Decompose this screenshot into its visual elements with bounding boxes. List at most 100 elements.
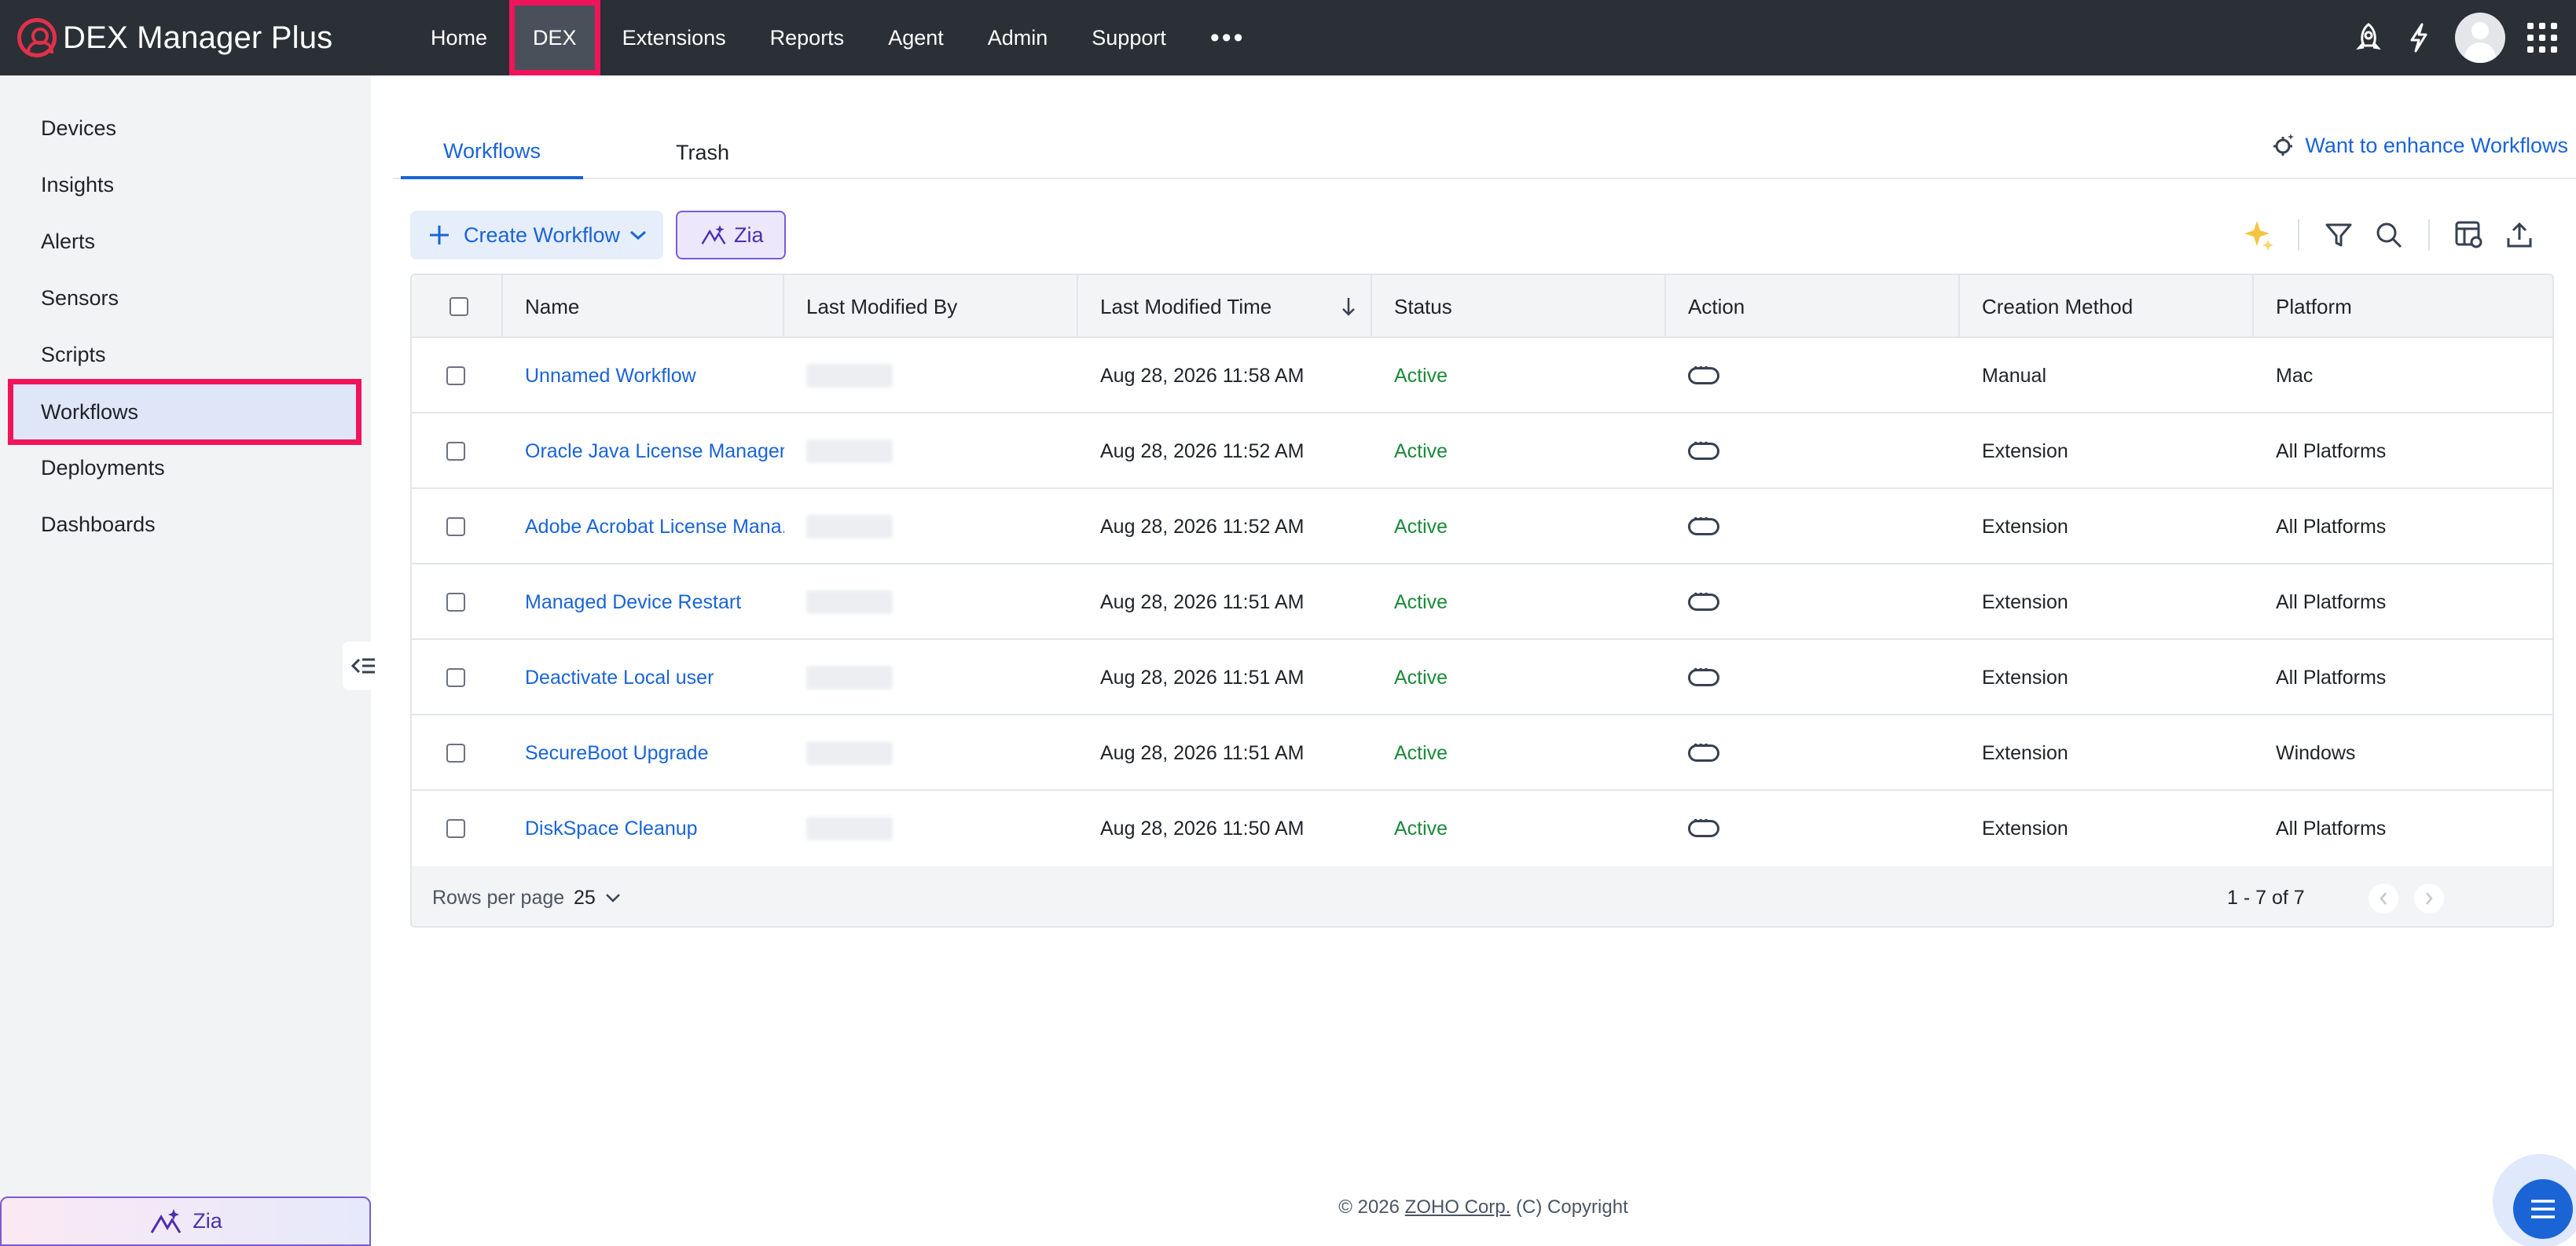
last-modified-by-cell [784, 564, 1078, 640]
rocket-icon[interactable] [2343, 0, 2394, 75]
column-header-last-modified-time[interactable]: Last Modified Time [1078, 275, 1372, 338]
nav-admin[interactable]: Admin [966, 0, 1070, 75]
more-actions-icon[interactable] [1688, 663, 1719, 686]
sidebar-item-insights[interactable]: Insights [0, 156, 371, 213]
row-checkbox[interactable] [446, 819, 465, 838]
column-header-action[interactable]: Action [1666, 275, 1960, 338]
creation-method-cell: Extension [1982, 590, 2068, 613]
export-icon[interactable] [2494, 211, 2545, 259]
more-actions-icon[interactable] [1688, 437, 1719, 460]
table-row[interactable]: Adobe Acrobat License Mana... Aug 28, 20… [412, 489, 2552, 564]
table-row[interactable]: Deactivate Local user Aug 28, 2026 11:51… [412, 640, 2552, 715]
tab-trash[interactable]: Trash [676, 126, 729, 179]
sidebar-item-workflows[interactable]: Workflows [8, 379, 361, 445]
nav-support[interactable]: Support [1070, 0, 1188, 75]
enhance-workflows-label: Want to enhance Workflows [2305, 133, 2568, 157]
action-cell [1666, 640, 1960, 715]
sidebar-item-devices[interactable]: Devices [0, 100, 371, 156]
chevron-right-icon [2426, 892, 2433, 905]
redacted-user [806, 364, 893, 388]
top-right-actions [2343, 0, 2576, 75]
select-all-checkbox[interactable] [450, 297, 468, 316]
platform-cell: Windows [2276, 741, 2356, 764]
chevron-left-icon [2380, 892, 2387, 905]
workflow-name-link[interactable]: Adobe Acrobat License Mana... [503, 489, 784, 564]
nav-extensions[interactable]: Extensions [600, 0, 748, 75]
column-header-last-modified-by[interactable]: Last Modified By [784, 275, 1078, 338]
nav-reports[interactable]: Reports [748, 0, 867, 75]
redacted-user [806, 515, 893, 538]
row-checkbox[interactable] [446, 744, 465, 763]
chevron-down-icon [630, 230, 647, 241]
filter-icon[interactable] [2314, 211, 2364, 259]
sidebar-item-dashboards[interactable]: Dashboards [0, 496, 371, 553]
collapse-sidebar-icon[interactable] [343, 641, 385, 690]
table-row[interactable]: Managed Device Restart Aug 28, 2026 11:5… [412, 564, 2552, 640]
platform-cell: Mac [2276, 364, 2314, 387]
lightning-icon[interactable] [2394, 0, 2444, 75]
more-actions-icon[interactable] [1688, 513, 1719, 535]
table-row[interactable]: DiskSpace Cleanup Aug 28, 2026 11:50 AM … [412, 791, 2552, 866]
zia-sidebar-button[interactable]: Zia [0, 1196, 371, 1246]
row-checkbox[interactable] [446, 517, 465, 536]
status-cell: Active [1394, 515, 1448, 538]
help-menu-button[interactable] [2513, 1179, 2573, 1239]
more-menu-icon[interactable]: ••• [1188, 0, 1268, 75]
tab-workflows[interactable]: Workflows [401, 126, 583, 179]
tab-bar: Workflows Trash [393, 126, 2576, 179]
zoho-corp-link[interactable]: ZOHO Corp. [1405, 1196, 1511, 1218]
redacted-user [806, 439, 893, 463]
table-row[interactable]: Unnamed Workflow Aug 28, 2026 11:58 AM A… [412, 338, 2552, 413]
copyright-text: (C) Copyright [1516, 1196, 1628, 1218]
nav-agent[interactable]: Agent [866, 0, 966, 75]
nav-home[interactable]: Home [409, 0, 509, 75]
column-settings-icon[interactable] [2444, 211, 2494, 259]
action-cell [1666, 338, 1960, 413]
brand[interactable]: DEX Manager Plus [0, 0, 409, 75]
enhance-workflows-link[interactable]: Want to enhance Workflows [2270, 132, 2568, 159]
more-actions-icon[interactable] [1688, 362, 1719, 384]
column-header-name[interactable]: Name [503, 275, 784, 338]
sidebar: Devices Insights Alerts Sensors Scripts … [0, 75, 385, 1246]
action-cell [1666, 564, 1960, 640]
column-header-status[interactable]: Status [1372, 275, 1666, 338]
sidebar-item-sensors[interactable]: Sensors [0, 270, 371, 326]
workflow-name-link[interactable]: Unnamed Workflow [503, 338, 784, 413]
sidebar-item-deployments[interactable]: Deployments [0, 439, 371, 496]
workflow-name-link[interactable]: SecureBoot Upgrade [503, 715, 784, 791]
workflow-name-link[interactable]: Managed Device Restart [503, 564, 784, 640]
apps-grid-icon[interactable] [2527, 23, 2557, 53]
create-workflow-button[interactable]: Create Workflow [410, 211, 663, 259]
page-footer: © 2026 ZOHO Corp. (C) Copyright [1179, 1196, 1788, 1218]
sidebar-item-alerts[interactable]: Alerts [0, 213, 371, 270]
sort-down-icon[interactable] [1341, 296, 1356, 317]
row-checkbox[interactable] [446, 366, 465, 385]
table-row[interactable]: SecureBoot Upgrade Aug 28, 2026 11:51 AM… [412, 715, 2552, 791]
search-icon[interactable] [2364, 211, 2414, 259]
rows-per-page-select[interactable]: 25 [574, 866, 621, 926]
workflow-name-link[interactable]: Deactivate Local user [503, 640, 784, 715]
workflow-name-link[interactable]: Oracle Java License Managem... [503, 413, 784, 489]
more-actions-icon[interactable] [1688, 739, 1719, 762]
row-checkbox[interactable] [446, 442, 465, 461]
row-checkbox[interactable] [446, 593, 465, 612]
next-page-button[interactable] [2414, 884, 2444, 913]
last-modified-time-cell: Aug 28, 2026 11:51 AM [1100, 666, 1305, 689]
sidebar-item-scripts[interactable]: Scripts [0, 326, 371, 383]
column-header-platform[interactable]: Platform [2254, 275, 2552, 338]
workflow-name-link[interactable]: DiskSpace Cleanup [503, 791, 784, 866]
status-cell: Active [1394, 817, 1448, 840]
more-actions-icon[interactable] [1688, 588, 1719, 611]
zia-button[interactable]: Zia [676, 211, 786, 259]
status-cell: Active [1394, 439, 1448, 462]
ai-sparkle-icon[interactable] [2233, 211, 2284, 259]
rows-per-page-label: Rows per page [432, 886, 565, 909]
nav-dex[interactable]: DEX [509, 0, 600, 75]
column-header-creation-method[interactable]: Creation Method [1960, 275, 2254, 338]
platform-cell: All Platforms [2276, 666, 2387, 689]
prev-page-button[interactable] [2369, 884, 2398, 913]
more-actions-icon[interactable] [1688, 814, 1719, 837]
user-avatar[interactable] [2455, 13, 2505, 63]
table-row[interactable]: Oracle Java License Managem... Aug 28, 2… [412, 413, 2552, 489]
row-checkbox[interactable] [446, 668, 465, 687]
